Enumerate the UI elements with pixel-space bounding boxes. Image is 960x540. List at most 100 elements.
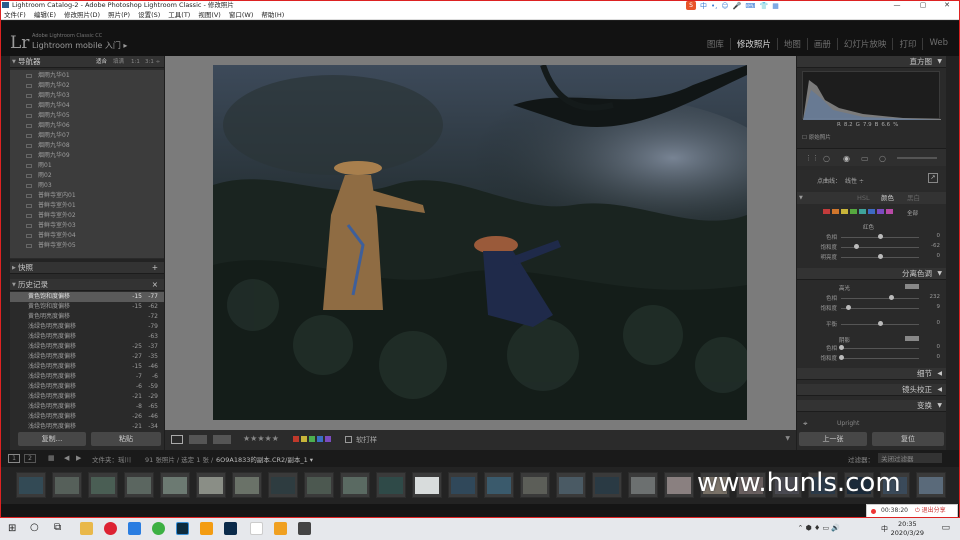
preset-item[interactable]: 烟雨九华04 — [10, 101, 164, 111]
history-item[interactable]: 浅绿色明亮度偏移 -21 -29 — [10, 392, 164, 402]
task-view-icon[interactable]: ⧉ — [54, 522, 61, 533]
zoom-fit[interactable]: 适合 — [96, 56, 107, 68]
menu-file[interactable]: 文件(F) — [4, 10, 26, 19]
filmstrip-thumbnail[interactable] — [196, 472, 226, 498]
zoom-fill[interactable]: 填满 — [113, 56, 124, 68]
ime-keyboard-icon[interactable]: ⌨ — [745, 1, 755, 11]
slider-track[interactable] — [841, 308, 919, 309]
snapshots-header[interactable]: ▶ 快照 + — [10, 262, 164, 274]
star-rating[interactable]: ★★★★★ — [243, 434, 279, 443]
app-icon-dark[interactable] — [298, 522, 311, 535]
radial-filter-icon[interactable]: ○ — [879, 154, 886, 163]
previous-button[interactable]: 上一张 — [799, 432, 867, 446]
filmstrip-thumbnail[interactable] — [448, 472, 478, 498]
module-web[interactable]: Web — [923, 38, 954, 50]
history-item[interactable]: 黄色饱和度偏移 -15 -77 — [10, 292, 164, 302]
left-panel-edge[interactable] — [0, 56, 10, 450]
split-toning-header[interactable]: 分离色调 ▼ — [797, 268, 946, 280]
slider-value[interactable]: -62 — [920, 243, 940, 249]
copy-settings-button[interactable]: 复制... — [18, 432, 86, 446]
module-map[interactable]: 地图 — [778, 38, 808, 50]
history-item[interactable]: 黄色饱和度偏移 -15 -62 — [10, 302, 164, 312]
preset-item[interactable]: 烟雨九华03 — [10, 91, 164, 101]
preset-item[interactable]: 雨03 — [10, 181, 164, 191]
history-item[interactable]: 浅绿色明亮度偏移 -25 -37 — [10, 342, 164, 352]
preset-item[interactable]: 普鲜寺室内01 — [10, 191, 164, 201]
preset-item[interactable]: 普鲜寺室外03 — [10, 221, 164, 231]
slider-knob[interactable] — [839, 355, 844, 360]
current-filename[interactable]: 6O9A1833的副本.CR2/副本_1 ▾ — [216, 454, 313, 464]
app-icon-orange[interactable] — [200, 522, 213, 535]
forward-arrow-icon[interactable]: ▶ — [76, 454, 81, 462]
hsl-header[interactable]: ▼ HSL 颜色 黑白 — [797, 192, 946, 204]
history-item[interactable]: 浅绿色明亮度偏移 -79 — [10, 322, 164, 332]
file-explorer-icon[interactable] — [80, 522, 93, 535]
filmstrip-thumbnail[interactable] — [412, 472, 442, 498]
preset-item[interactable]: 普鲜寺室外01 — [10, 201, 164, 211]
sogou-icon[interactable]: S — [686, 1, 696, 10]
filmstrip-thumbnail[interactable] — [52, 472, 82, 498]
highlights-color-chip[interactable] — [905, 284, 919, 289]
slider-value[interactable]: 0 — [920, 233, 941, 239]
filmstrip-thumbnail[interactable] — [88, 472, 118, 498]
filmstrip-thumbnail[interactable] — [16, 472, 46, 498]
right-panel-edge[interactable] — [946, 56, 960, 450]
tab-hsl[interactable]: HSL — [857, 192, 870, 204]
slider-knob[interactable] — [888, 295, 894, 300]
filmstrip-thumbnail[interactable] — [160, 472, 190, 498]
lens-header[interactable]: 镜头校正 ◀ — [797, 384, 946, 396]
tab-bw[interactable]: 黑白 — [907, 192, 920, 204]
add-snapshot-button[interactable]: + — [152, 262, 158, 274]
redeye-icon[interactable]: ◉ — [843, 154, 850, 163]
graduated-filter-icon[interactable]: ▭ — [861, 154, 869, 163]
color-swatch[interactable] — [841, 209, 848, 214]
spot-removal-icon[interactable]: ○ — [823, 154, 830, 163]
menu-edit[interactable]: 编辑(E) — [34, 10, 56, 19]
ime-menu-icon[interactable]: ▦ — [772, 1, 779, 11]
color-swatch[interactable] — [886, 209, 893, 214]
page-2[interactable]: 2 — [24, 454, 36, 463]
history-item[interactable]: 浅绿色明亮度偏移 -27 -35 — [10, 352, 164, 362]
filmstrip-thumbnail[interactable] — [304, 472, 334, 498]
slider-value[interactable]: 0 — [920, 253, 941, 259]
filmstrip-thumbnail[interactable] — [520, 472, 550, 498]
slider-track[interactable] — [841, 358, 919, 359]
preset-item[interactable]: 烟雨九华07 — [10, 131, 164, 141]
color-label-chip[interactable] — [301, 436, 307, 442]
navigator-header[interactable]: ▼ 导航器 适合 填满 1:1 3:1 ÷ — [10, 56, 164, 68]
slider-track[interactable] — [841, 247, 919, 248]
slider-track[interactable] — [841, 298, 919, 299]
menu-settings[interactable]: 设置(S) — [138, 10, 160, 19]
slider-knob[interactable] — [839, 345, 844, 350]
loupe-view-icon[interactable] — [171, 435, 183, 444]
curve-channel-select[interactable]: 线性 ÷ — [845, 176, 864, 185]
filmstrip-thumbnail[interactable] — [376, 472, 406, 498]
history-item[interactable]: 浅绿色明亮度偏移 -26 -46 — [10, 412, 164, 422]
shadows-color-chip[interactable] — [905, 336, 919, 341]
upright-tool-icon[interactable]: ⌖ — [803, 419, 808, 429]
start-button[interactable]: ⊞ — [8, 523, 16, 534]
ime-voice-icon[interactable]: 🎤 — [733, 1, 742, 11]
folder-path[interactable]: 文件夹：瑶川 — [92, 454, 131, 464]
lightroom-taskbar-icon[interactable] — [176, 522, 189, 535]
paste-settings-button[interactable]: 粘贴 — [91, 432, 161, 446]
system-clock[interactable]: 20:35 2020/3/29 — [891, 520, 924, 538]
reset-button[interactable]: 复位 — [872, 432, 944, 446]
zoom-3to1[interactable]: 3:1 ÷ — [145, 56, 160, 68]
menu-window[interactable]: 窗口(W) — [229, 10, 254, 19]
mobile-link[interactable]: Lightroom mobile 入门 ▸ — [32, 40, 127, 51]
slider-value[interactable]: 0 — [920, 354, 941, 360]
input-lang[interactable]: 中 — [881, 524, 888, 534]
filmstrip-thumbnail[interactable] — [556, 472, 586, 498]
history-header[interactable]: ▼ 历史记录 × — [10, 279, 164, 291]
ime-emoji-icon[interactable]: ☺ — [721, 1, 728, 11]
show-original-checkbox[interactable]: ☐ 原始照片 — [802, 133, 831, 141]
color-label-chip[interactable] — [309, 436, 315, 442]
slider-track[interactable] — [841, 348, 919, 349]
transform-header[interactable]: 变换 ▼ — [797, 400, 946, 412]
clear-history-button[interactable]: × — [152, 279, 158, 291]
photoshop-icon[interactable] — [224, 522, 237, 535]
brush-slider[interactable] — [897, 157, 937, 159]
history-item[interactable]: 浅绿色明亮度偏移 -15 -46 — [10, 362, 164, 372]
curve-edit-icon[interactable]: ↗ — [928, 173, 938, 183]
